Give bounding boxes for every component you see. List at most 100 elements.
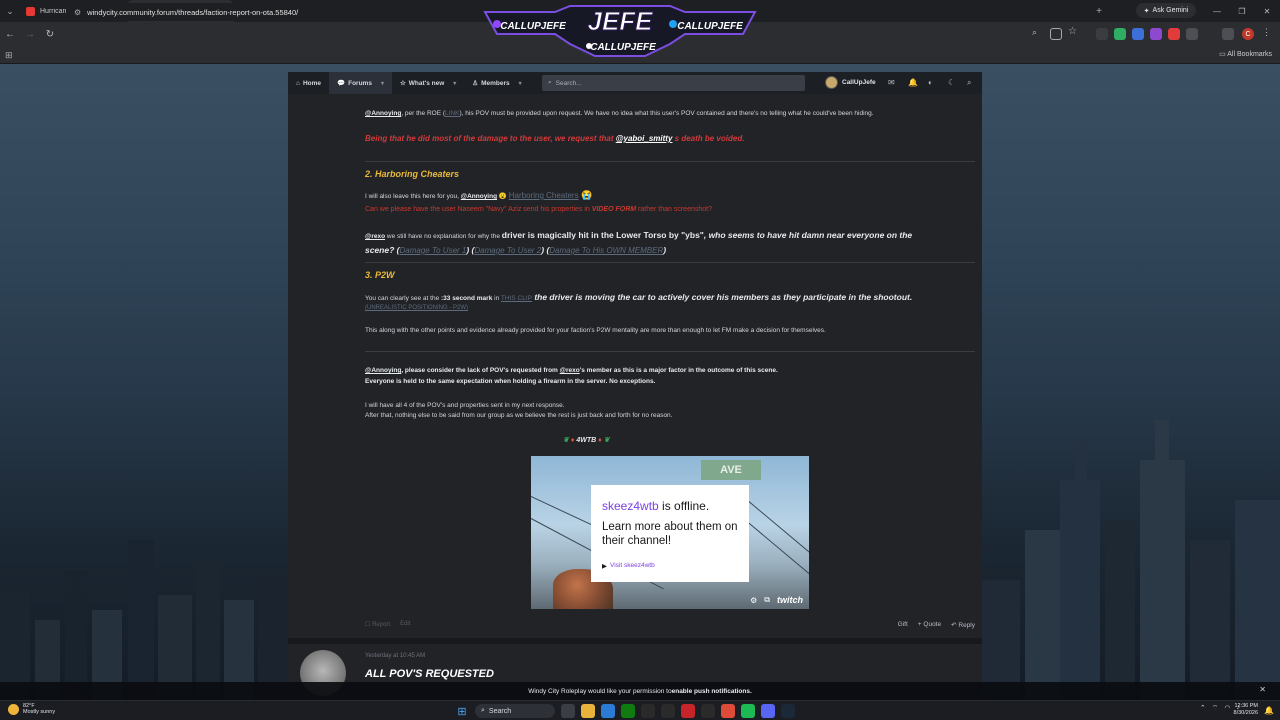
notification-bell-icon[interactable]: 🔔 [1264, 706, 1274, 715]
damage-link-1[interactable]: Damage To User 1 [400, 246, 467, 255]
back-button[interactable]: ← [0, 22, 20, 46]
side-panel-icon[interactable] [1222, 28, 1234, 40]
network-icon[interactable]: ⌔ [1212, 704, 1219, 713]
alerts-bell-icon[interactable]: 🔔 [908, 78, 918, 87]
harboring-link[interactable]: Harboring Cheaters [509, 191, 579, 200]
extension-icon[interactable] [1168, 28, 1180, 40]
app-icon[interactable] [681, 704, 695, 718]
wifi-icon[interactable]: ◠ [1224, 704, 1230, 713]
user-menu[interactable]: CallUpJefe [825, 76, 876, 89]
extension-icon[interactable] [1132, 28, 1144, 40]
taskbar-search[interactable]: ⌕ Search [475, 704, 555, 718]
twitch-embed[interactable]: AVE skeez4wtb is offline. Learn more abo… [531, 456, 809, 609]
roe-link[interactable]: LINK [445, 110, 459, 117]
zoom-icon[interactable]: ⌕ [1032, 27, 1044, 39]
app-icon[interactable] [641, 704, 655, 718]
chevron-down-icon[interactable]: ▾ [453, 80, 456, 87]
post-timestamp[interactable]: Yesterday at 10:45 AM [365, 653, 425, 659]
clip-link[interactable]: THIS CLIP [501, 295, 532, 302]
mention-link[interactable]: @Annoying [365, 110, 401, 117]
overlay-brand: JEFE [587, 6, 653, 36]
chrome-icon[interactable] [721, 704, 735, 718]
settings-gear-icon[interactable]: ⚙ [750, 596, 757, 605]
apps-grid-icon[interactable]: ⊞ [5, 50, 13, 61]
tab-search-chevron-icon[interactable]: ⌄ [0, 0, 20, 22]
steam-icon[interactable] [781, 704, 795, 718]
nav-home-label: Home [302, 79, 321, 87]
spotify-icon[interactable] [741, 704, 755, 718]
all-bookmarks-button[interactable]: ▭ All Bookmarks [1219, 50, 1272, 58]
mention-link[interactable]: @Annoying [365, 367, 401, 374]
post-text: , please consider the lack of POV's requ… [401, 367, 560, 374]
nav-forums[interactable]: 💬 Forums ▾ [329, 72, 392, 94]
nav-home[interactable]: ⌂ Home [288, 72, 329, 94]
offline-card: skeez4wtb is offline. Learn more about t… [591, 485, 749, 582]
nav-whats-new[interactable]: ☆ What's new ▾ [392, 72, 464, 94]
damage-link-2[interactable]: Damage To User 2 [474, 246, 541, 255]
forward-button[interactable]: → [20, 22, 40, 46]
file-explorer-icon[interactable] [581, 704, 595, 718]
bookmark-star-icon[interactable]: ☆ [1068, 26, 1080, 38]
dark-mode-moon-icon[interactable]: ☾ [948, 78, 955, 87]
chevron-down-icon[interactable]: ▾ [381, 80, 384, 87]
search-icon[interactable]: ⌕ [967, 78, 971, 88]
post-text: After that, nothing else to be said from… [365, 412, 673, 419]
channel-name[interactable]: skeez4wtb [602, 499, 659, 513]
inbox-icon[interactable]: ✉ [888, 78, 895, 87]
overlay-handle-right: CALLUPJEFE [677, 21, 743, 32]
extension-icon[interactable] [1150, 28, 1162, 40]
divider [365, 161, 975, 162]
gift-button[interactable]: Gift [898, 621, 908, 629]
chevron-up-icon[interactable]: ⌃ [1200, 704, 1206, 713]
close-window-button[interactable]: ✕ [1255, 0, 1279, 22]
ask-gemini-button[interactable]: ✦ Ask Gemini [1136, 3, 1196, 18]
store-icon[interactable] [601, 704, 615, 718]
quote-button[interactable]: + Quote [918, 621, 941, 629]
capcut-icon[interactable] [701, 704, 715, 718]
enable-push-link[interactable]: enable push notifications. [672, 688, 752, 695]
p2w-link[interactable]: (UNREALISTIC POSITIONING - P2W) [365, 305, 468, 311]
report-button[interactable]: ☐ Report [365, 621, 390, 628]
taskbar-clock[interactable]: 12:36 PM 8/30/2026 [1234, 703, 1258, 717]
favicon-icon [26, 6, 35, 16]
windows-start-icon[interactable]: ⊞ [455, 704, 469, 718]
post-text: Can we please have the user Naseem "Navy… [365, 206, 592, 213]
weather-widget[interactable]: 82°F Mostly sunny [8, 703, 55, 716]
flame-icon: ♦ [598, 437, 602, 444]
profile-avatar[interactable]: C [1242, 28, 1254, 40]
clip-icon[interactable]: ⧉ [764, 595, 770, 605]
task-view-icon[interactable] [561, 704, 575, 718]
xbox-icon[interactable] [621, 704, 635, 718]
discord-icon[interactable] [761, 704, 775, 718]
mention-link[interactable]: @Annoying [461, 193, 497, 200]
edit-button[interactable]: Edit [400, 621, 410, 628]
mention-link[interactable]: @rexo [560, 367, 580, 374]
cast-icon[interactable] [1050, 28, 1062, 40]
mention-link[interactable]: @yaboi_smitty [616, 134, 673, 143]
twitch-logo[interactable]: twitch [777, 595, 803, 605]
extension-icon[interactable] [1114, 28, 1126, 40]
app-icon[interactable] [661, 704, 675, 718]
mention-link[interactable]: @rexo [365, 233, 385, 240]
minimize-window-button[interactable]: — [1205, 0, 1229, 22]
reload-button[interactable]: ↻ [40, 22, 60, 46]
post-text: Everyone is held to the same expectation… [365, 378, 656, 385]
extension-icon[interactable] [1186, 28, 1198, 40]
style-toggle-icon[interactable]: ◐ [928, 78, 933, 87]
chevron-down-icon[interactable]: ▾ [519, 80, 522, 87]
maximize-window-button[interactable]: ❐ [1230, 0, 1254, 22]
notify-text: Windy City Roleplay would like your perm… [528, 687, 672, 695]
browser-menu-icon[interactable]: ⋮ [1262, 27, 1274, 39]
all-bookmarks-label: All Bookmarks [1227, 51, 1272, 58]
extension-icon[interactable] [1096, 28, 1108, 40]
close-icon[interactable]: ✕ [1259, 685, 1266, 694]
visit-channel-link[interactable]: ▶ Visit skeez4wtb [602, 562, 738, 570]
star-icon: ☆ [399, 80, 406, 87]
damage-link-3[interactable]: Damage To His OWN MEMBER [549, 246, 663, 255]
forum-search-input[interactable]: ⌕ Search... [542, 75, 805, 91]
nav-members[interactable]: ♙ Members ▾ [464, 72, 529, 94]
reply-button[interactable]: ↶ Reply [951, 621, 975, 629]
new-tab-button[interactable]: + [1090, 0, 1108, 22]
site-info-icon[interactable]: ⚙ [74, 8, 81, 17]
post-separator [288, 638, 982, 644]
